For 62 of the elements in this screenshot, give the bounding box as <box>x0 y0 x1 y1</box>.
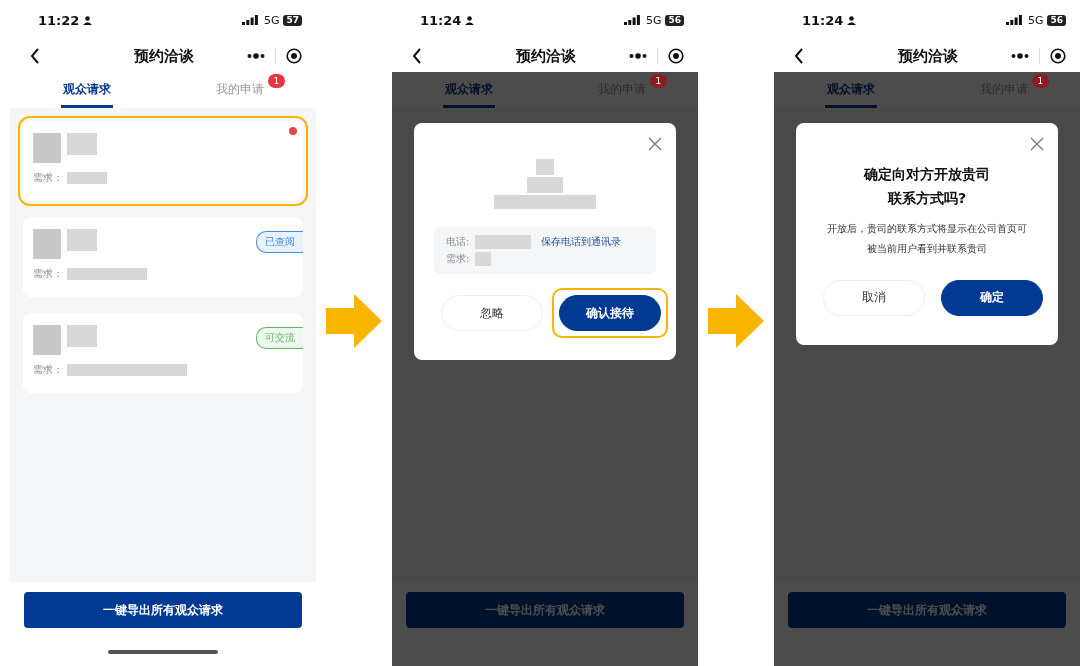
target-icon[interactable] <box>668 48 684 64</box>
person-icon <box>847 15 857 25</box>
close-icon[interactable] <box>648 137 662 151</box>
dialog-button[interactable]: 确认接待 <box>559 295 661 331</box>
signal-icon <box>241 15 258 25</box>
arrow-icon <box>326 294 382 348</box>
blurred-block <box>475 252 492 266</box>
blurred-block <box>475 235 532 249</box>
status-time: 11:22 <box>38 12 80 28</box>
tab[interactable]: 我的申请 <box>213 72 266 108</box>
battery-level: 57 <box>283 14 302 26</box>
export-button[interactable]: 一键导出所有观众请求 <box>24 592 302 628</box>
need-label: 需求： <box>33 267 63 281</box>
phone-label: 电话: <box>446 235 470 249</box>
blurred-block <box>527 177 563 193</box>
dialog-button[interactable]: 取消 <box>823 279 925 316</box>
close-icon[interactable] <box>1030 137 1044 151</box>
person-icon <box>465 15 475 25</box>
blurred-block <box>33 325 61 355</box>
blurred-block <box>33 229 61 259</box>
request-card[interactable]: 需求： 已查阅 <box>23 217 303 297</box>
page-title: 预约洽谈 <box>514 46 577 66</box>
back-icon[interactable] <box>794 48 804 64</box>
blurred-block <box>67 133 97 155</box>
dialog-button[interactable]: 忽略 <box>441 295 543 331</box>
need-label: 需求: <box>446 252 470 266</box>
request-card[interactable]: 需求： 可交流 <box>23 313 303 393</box>
need-label: 需求： <box>33 363 63 377</box>
dialog-title: 确定向对方开放贵司联系方式吗? <box>862 165 991 208</box>
signal-icon <box>623 15 640 25</box>
arrow-icon <box>708 294 764 348</box>
signal-icon <box>1005 15 1022 25</box>
status-time: 11:24 <box>802 12 844 28</box>
blurred-block <box>33 133 61 163</box>
blurred-block <box>67 229 97 251</box>
battery-level: 56 <box>1047 14 1066 26</box>
dialog-message: 开放后，贵司的联系方式将显示在公司首页可被当前用户看到并联系贵司 <box>826 221 1028 256</box>
save-contact-link[interactable]: 保存电话到通讯录 <box>541 235 622 249</box>
page-title: 预约洽谈 <box>132 46 195 66</box>
count-badge: 1 <box>267 74 286 88</box>
blurred-block <box>67 325 97 347</box>
need-label: 需求： <box>33 171 63 185</box>
page-title: 预约洽谈 <box>896 46 959 66</box>
network-label: 5G <box>645 13 662 27</box>
network-label: 5G <box>263 13 280 27</box>
status-tag: 已查阅 <box>256 231 303 253</box>
more-icon[interactable] <box>629 53 647 59</box>
network-label: 5G <box>1027 13 1044 27</box>
more-icon[interactable] <box>1011 53 1029 59</box>
person-icon <box>83 15 93 25</box>
blurred-block <box>67 172 107 184</box>
target-icon[interactable] <box>286 48 302 64</box>
dialog-button[interactable]: 确定 <box>941 279 1043 316</box>
blurred-block <box>536 159 554 175</box>
back-icon[interactable] <box>30 48 40 64</box>
battery-level: 56 <box>665 14 684 26</box>
more-icon[interactable] <box>247 53 265 59</box>
status-time: 11:24 <box>420 12 462 28</box>
back-icon[interactable] <box>412 48 422 64</box>
status-tag: 可交流 <box>256 327 303 349</box>
target-icon[interactable] <box>1050 48 1066 64</box>
request-card[interactable]: 需求： <box>23 121 303 201</box>
